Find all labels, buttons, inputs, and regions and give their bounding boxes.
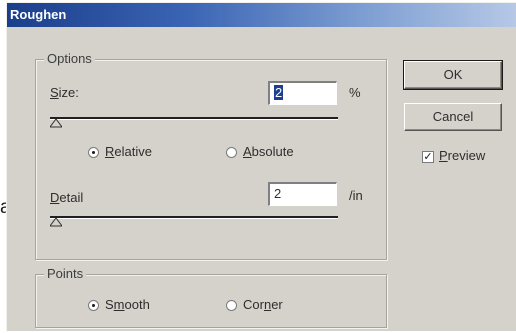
points-group: Points Smooth Corner <box>35 266 387 328</box>
detail-unit: /in <box>349 188 363 203</box>
size-slider[interactable] <box>50 117 338 120</box>
options-group: Options Size: 2 % Relative Absolute Deta… <box>35 51 387 260</box>
title-bar[interactable]: Roughen <box>7 3 516 27</box>
relative-radio[interactable] <box>88 147 99 158</box>
corner-radio[interactable] <box>226 300 237 311</box>
smooth-label: Smooth <box>105 297 150 312</box>
roughen-dialog: Roughen Options Size: 2 % Relative Absol… <box>6 2 516 331</box>
options-group-label: Options <box>44 51 95 66</box>
detail-slider-thumb[interactable] <box>50 218 62 227</box>
corner-label: Corner <box>243 297 283 312</box>
window-title: Roughen <box>10 7 67 22</box>
detail-input[interactable]: 2 <box>268 182 337 206</box>
points-group-label: Points <box>44 266 87 281</box>
smooth-radio[interactable] <box>88 300 99 311</box>
ok-button[interactable]: OK <box>403 60 503 90</box>
preview-checkbox[interactable]: ✓ <box>422 151 434 163</box>
size-unit: % <box>349 85 361 100</box>
absolute-radio[interactable] <box>226 147 237 158</box>
size-slider-thumb[interactable] <box>50 119 62 128</box>
absolute-label: Absolute <box>243 144 294 159</box>
size-label: Size: <box>50 85 79 100</box>
cancel-button[interactable]: Cancel <box>404 103 502 131</box>
size-input[interactable]: 2 <box>268 81 337 105</box>
relative-label: Relative <box>105 144 152 159</box>
preview-label: Preview <box>439 148 486 163</box>
page: a Roughen Options Size: 2 % Relative Abs… <box>0 0 516 333</box>
detail-label: Detail <box>50 190 84 205</box>
detail-slider[interactable] <box>50 216 338 219</box>
